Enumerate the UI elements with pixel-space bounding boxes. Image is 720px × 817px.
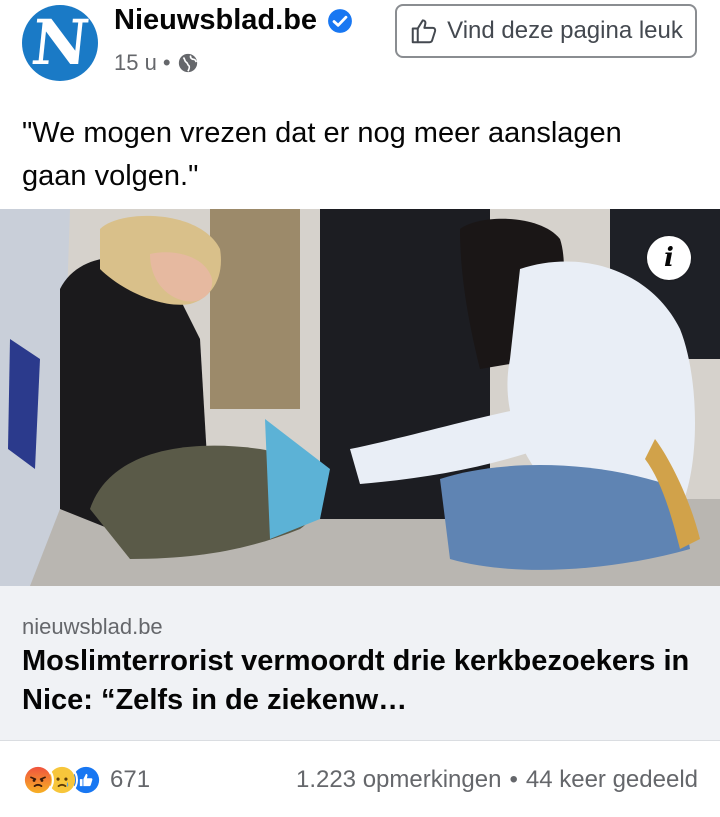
post-meta: 15 u • xyxy=(114,50,199,76)
verified-badge-icon xyxy=(328,8,352,33)
info-button[interactable]: i xyxy=(647,236,691,280)
reactions-summary[interactable]: 671 xyxy=(22,764,150,796)
divider xyxy=(0,740,720,741)
thumbs-up-outline-icon xyxy=(411,19,437,44)
meta-separator: • xyxy=(162,50,171,75)
stats-separator: • xyxy=(509,766,518,793)
page-avatar[interactable]: N xyxy=(22,5,98,81)
photo-illustration xyxy=(0,209,720,586)
like-page-button[interactable]: Vind deze pagina leuk xyxy=(395,4,697,58)
post-text: "We mogen vrezen dat er nog meer aanslag… xyxy=(22,117,622,192)
shares-count[interactable]: 44 keer gedeeld xyxy=(526,766,698,794)
engagement-summary: 1.223 opmerkingen • 44 keer gedeeld xyxy=(296,766,698,794)
angry-reaction-icon xyxy=(22,764,54,796)
post-time[interactable]: 15 u xyxy=(114,50,157,76)
page-name-row: Nieuwsblad.be xyxy=(114,4,353,37)
link-title: Moslimterrorist vermoordt drie kerkbezoe… xyxy=(22,645,690,716)
comments-count[interactable]: 1.223 opmerkingen xyxy=(296,766,501,794)
post-header: N Nieuwsblad.be 15 u • Vind deze pagina … xyxy=(0,0,720,100)
reaction-count: 671 xyxy=(110,766,151,793)
logo-letter: N xyxy=(27,6,93,79)
article-photo[interactable] xyxy=(0,209,720,586)
post-stats: 671 1.223 opmerkingen • 44 keer gedeeld xyxy=(0,756,720,808)
info-icon: i xyxy=(664,243,674,273)
link-preview[interactable]: nieuwsblad.be Moslimterrorist vermoordt … xyxy=(0,586,720,740)
page-name[interactable]: Nieuwsblad.be xyxy=(114,4,317,37)
globe-icon xyxy=(178,53,197,73)
link-domain: nieuwsblad.be xyxy=(22,614,163,639)
like-page-label: Vind deze pagina leuk xyxy=(447,17,683,44)
